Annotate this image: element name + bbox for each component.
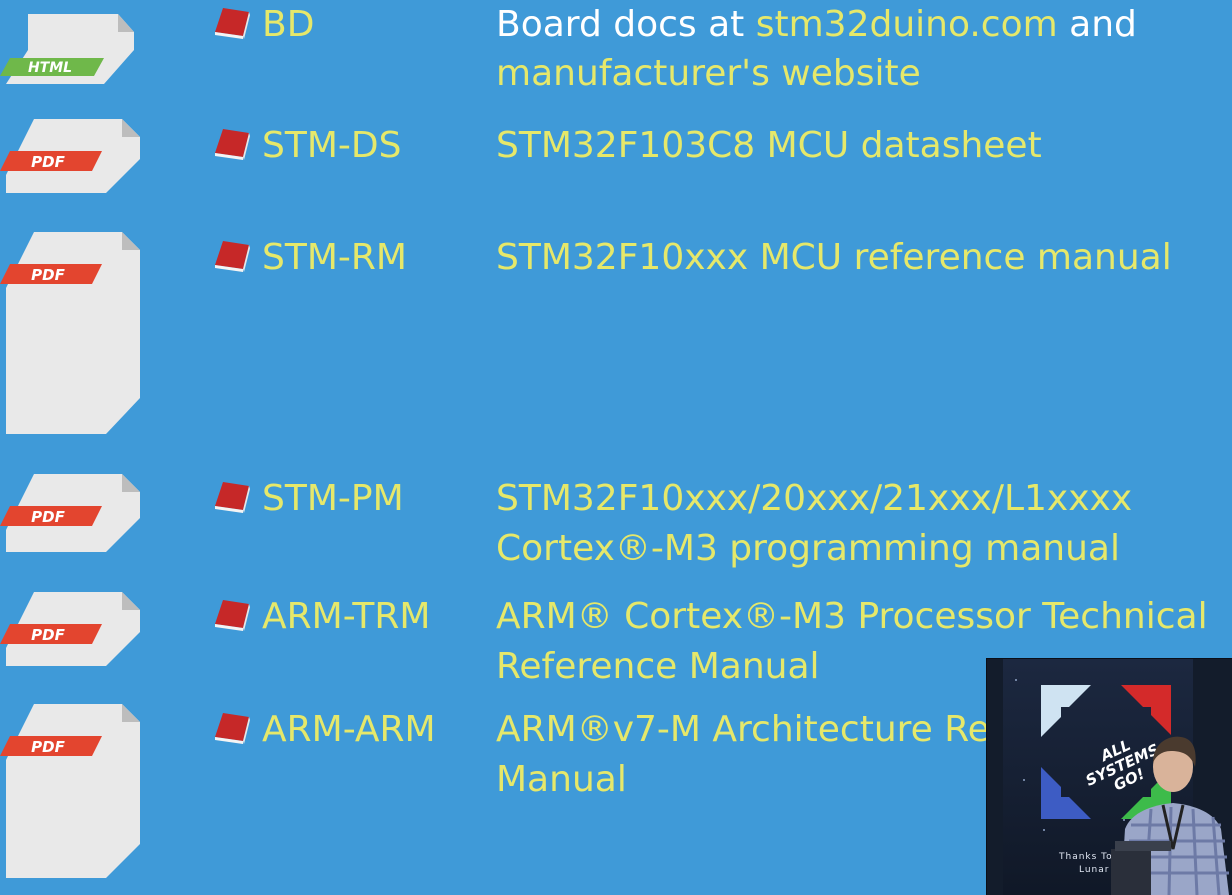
doc-abbr[interactable]: ARM-ARM (262, 705, 436, 755)
doc-abbr[interactable]: STM-RM (262, 233, 407, 283)
doc-abbr[interactable]: STM-DS (262, 121, 401, 171)
red-book-icon (213, 598, 251, 632)
stm32duino-link[interactable]: stm32duino.com (756, 4, 1058, 45)
speaker-figure (1111, 736, 1229, 895)
list-item: STM-RM STM32F10xxx MCU reference manual (0, 233, 1232, 293)
red-book-icon (213, 239, 251, 273)
red-book-icon (213, 127, 251, 161)
desc-suffix: and (1057, 4, 1137, 45)
doc-abbr[interactable]: STM-PM (262, 474, 404, 524)
red-book-icon (213, 6, 251, 40)
doc-description[interactable]: STM32F10xxx/20xxx/21xxx/L1xxxx (496, 474, 1132, 524)
red-book-icon (213, 711, 251, 745)
doc-abbr[interactable]: ARM-TRM (262, 592, 430, 642)
desc-prefix: Board docs at (496, 4, 756, 45)
doc-description: Board docs at stm32duino.com and (496, 0, 1137, 50)
doc-description-line2[interactable]: Manual (496, 755, 627, 805)
red-book-icon (213, 480, 251, 514)
doc-description-line2[interactable]: manufacturer's website (496, 49, 921, 99)
doc-description[interactable]: ARM® Cortex®-M3 Processor Technical (496, 592, 1208, 642)
list-item: STM-PM STM32F10xxx/20xxx/21xxx/L1xxxx Co… (0, 474, 1232, 574)
doc-description[interactable]: STM32F10xxx MCU reference manual (496, 233, 1172, 283)
list-item: STM-DS STM32F103C8 MCU datasheet (0, 121, 1232, 181)
doc-description-line2[interactable]: Reference Manual (496, 642, 820, 692)
speaker-video-overlay: ALL SYSTEMS GO! Thanks To Our Lunar Spo (986, 658, 1232, 895)
doc-description[interactable]: STM32F103C8 MCU datasheet (496, 121, 1042, 171)
list-item: BD Board docs at stm32duino.com and manu… (0, 0, 1232, 100)
doc-abbr: BD (262, 4, 315, 45)
doc-description-line2[interactable]: Cortex®-M3 programming manual (496, 524, 1120, 574)
doc-description[interactable]: ARM®v7-M Architecture Re (496, 705, 990, 755)
